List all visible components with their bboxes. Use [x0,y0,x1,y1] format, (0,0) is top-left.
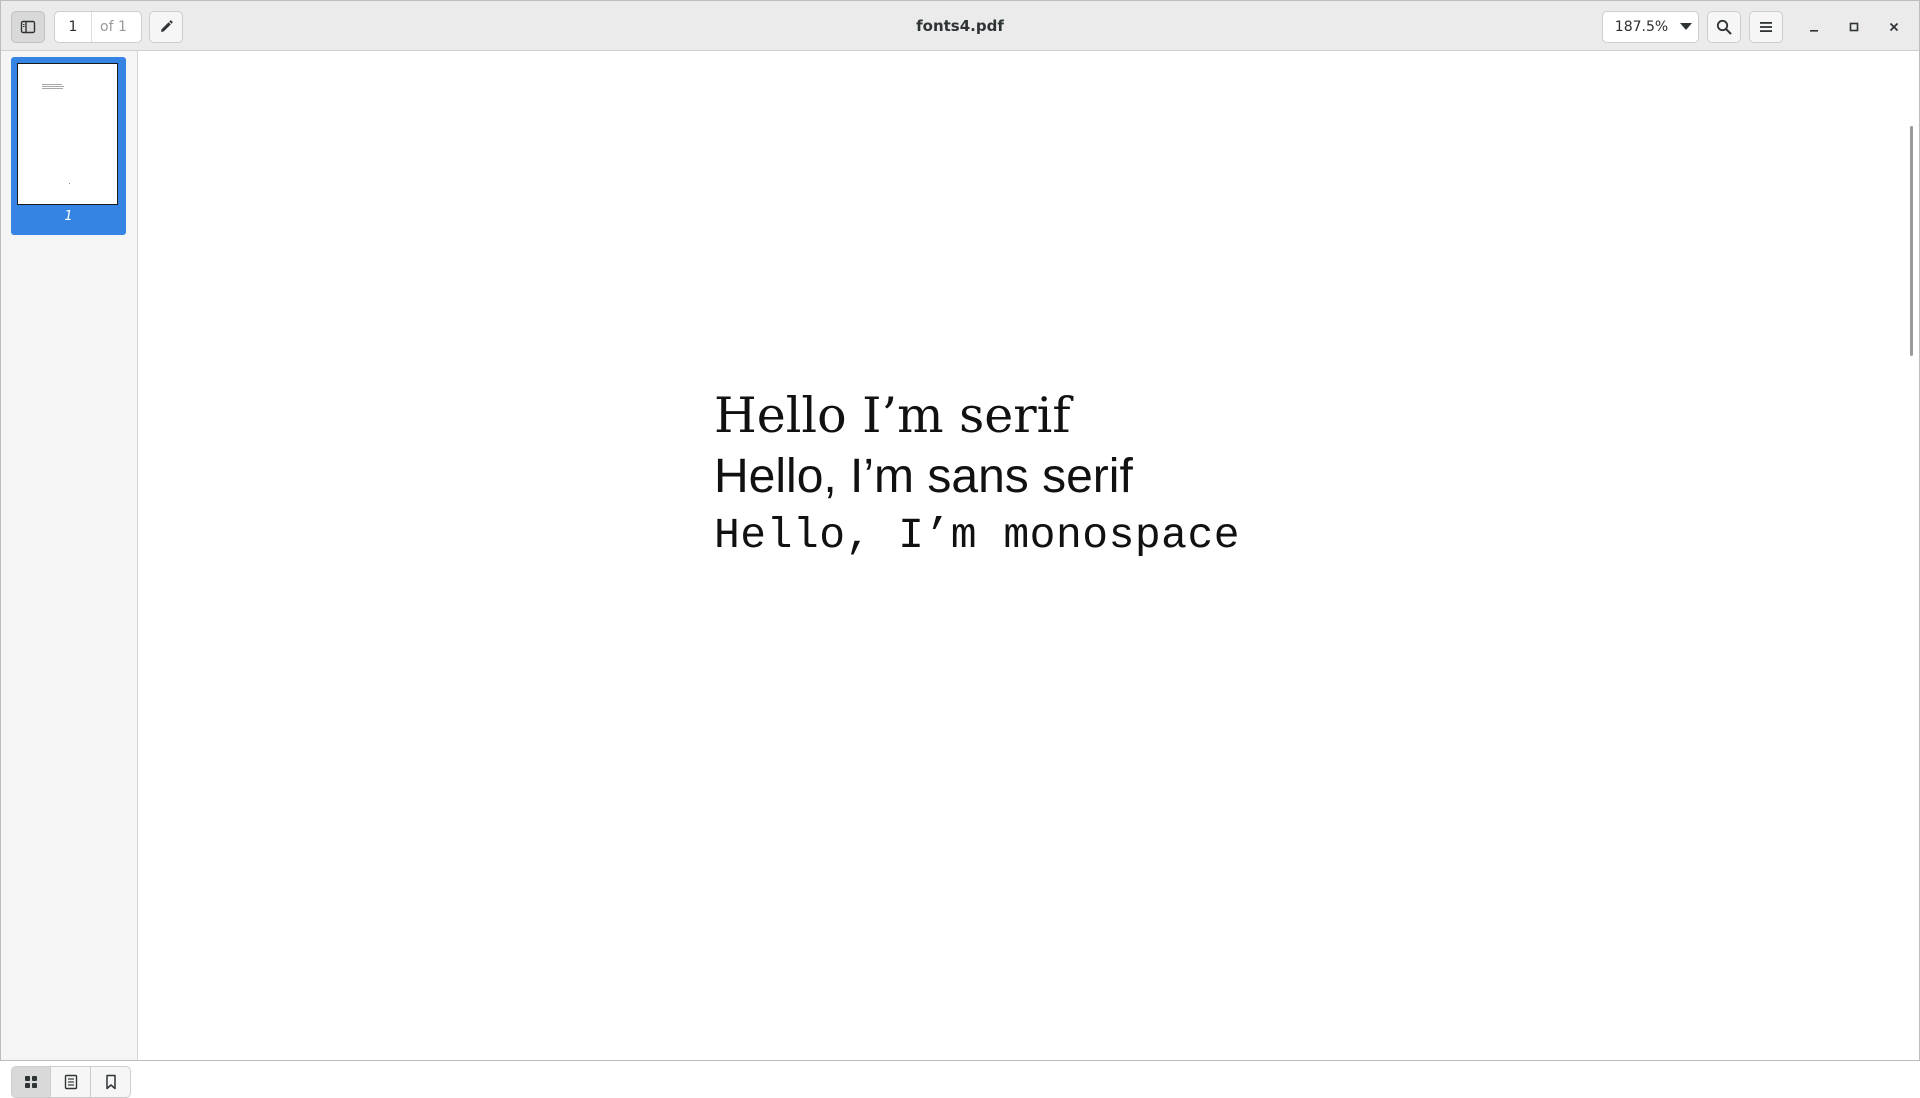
outline-tab[interactable] [51,1066,91,1098]
document-line-monospace: Hello, I’m monospace [714,511,1241,560]
thumbnails-grid-icon [25,1076,37,1088]
minimize-button[interactable] [1801,14,1827,40]
sidebar-toggle-button[interactable] [11,11,45,43]
document-view[interactable]: Hello I’m serif Hello, I’m sans serif He… [138,51,1919,1060]
thumbnail-sidebar: 1 [1,51,138,1098]
close-button[interactable] [1881,14,1907,40]
page-number-entry[interactable]: 1 of 1 [54,11,142,43]
zoom-selector[interactable]: 187.5% [1602,11,1699,43]
close-icon [1889,22,1899,32]
sidebar-view-switcher [11,1066,131,1098]
hamburger-menu-icon [1760,22,1772,32]
document-outline-icon [64,1074,77,1090]
document-line-sans-serif: Hello, I’m sans serif [714,450,1133,503]
bookmark-icon [105,1074,116,1090]
bookmarks-tab[interactable] [91,1066,131,1098]
zoom-value: 187.5% [1614,19,1669,35]
header-bar: 1 of 1 fonts4.pdf 187.5% [1,1,1919,51]
thumbnail-page-label: 1 [64,209,73,224]
chevron-down-icon[interactable] [1674,23,1698,31]
annotate-button[interactable] [149,11,183,43]
minimize-icon [1810,30,1818,32]
page-total-label: of 1 [100,19,127,35]
thumbnails-tab[interactable] [11,1066,51,1098]
maximize-button[interactable] [1841,14,1867,40]
pdf-viewer-window: 1 of 1 fonts4.pdf 187.5% 1 Hello I’m ser… [0,0,1920,1098]
maximize-icon [1849,22,1859,32]
pencil-icon [161,20,173,32]
page-thumbnail-1[interactable]: 1 [11,57,126,235]
vertical-scrollbar[interactable] [1910,126,1913,356]
document-line-serif: Hello I’m serif [714,387,1071,444]
main-menu-button[interactable] [1749,11,1783,43]
search-icon [1716,19,1732,35]
sidebar-toggle-icon [20,20,36,34]
thumbnail-preview [17,63,118,205]
current-page-input[interactable]: 1 [55,12,92,42]
search-button[interactable] [1707,11,1741,43]
